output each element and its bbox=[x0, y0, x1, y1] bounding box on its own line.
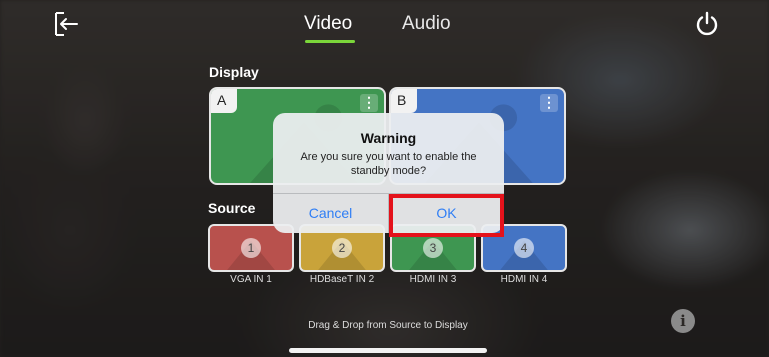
display-letter: B bbox=[391, 89, 417, 113]
source-name-label: VGA IN 1 bbox=[230, 274, 272, 285]
power-icon[interactable] bbox=[693, 10, 721, 38]
source-section-label: Source bbox=[208, 200, 256, 216]
home-indicator bbox=[289, 348, 487, 353]
kebab-menu-icon[interactable]: ⋮ bbox=[360, 94, 378, 112]
source-name-label: HDMI IN 4 bbox=[500, 274, 548, 285]
tab-video[interactable]: Video bbox=[304, 13, 352, 35]
kebab-menu-icon[interactable]: ⋮ bbox=[540, 94, 558, 112]
dialog-title: Warning bbox=[360, 130, 417, 146]
source-number-badge: 4 bbox=[514, 238, 534, 258]
ok-button[interactable]: OK bbox=[389, 194, 504, 233]
source-number-badge: 1 bbox=[241, 238, 261, 258]
tab-audio[interactable]: Audio bbox=[402, 13, 451, 35]
drag-drop-hint: Drag & Drop from Source to Display bbox=[308, 320, 468, 331]
active-tab-indicator bbox=[305, 40, 355, 43]
exit-arrow-icon[interactable] bbox=[52, 10, 80, 38]
source-number-badge: 3 bbox=[423, 238, 443, 258]
source-name-label: HDMI IN 3 bbox=[409, 274, 457, 285]
source-name-label: HDBaseT IN 2 bbox=[309, 274, 375, 285]
dialog-message: Are you sure you want to enable the stan… bbox=[300, 151, 477, 177]
warning-dialog: Warning Are you sure you want to enable … bbox=[273, 113, 504, 233]
info-icon[interactable]: i bbox=[671, 309, 695, 333]
source-number-badge: 2 bbox=[332, 238, 352, 258]
display-letter: A bbox=[211, 89, 237, 113]
cancel-button[interactable]: Cancel bbox=[273, 194, 388, 233]
display-section-label: Display bbox=[209, 64, 259, 80]
